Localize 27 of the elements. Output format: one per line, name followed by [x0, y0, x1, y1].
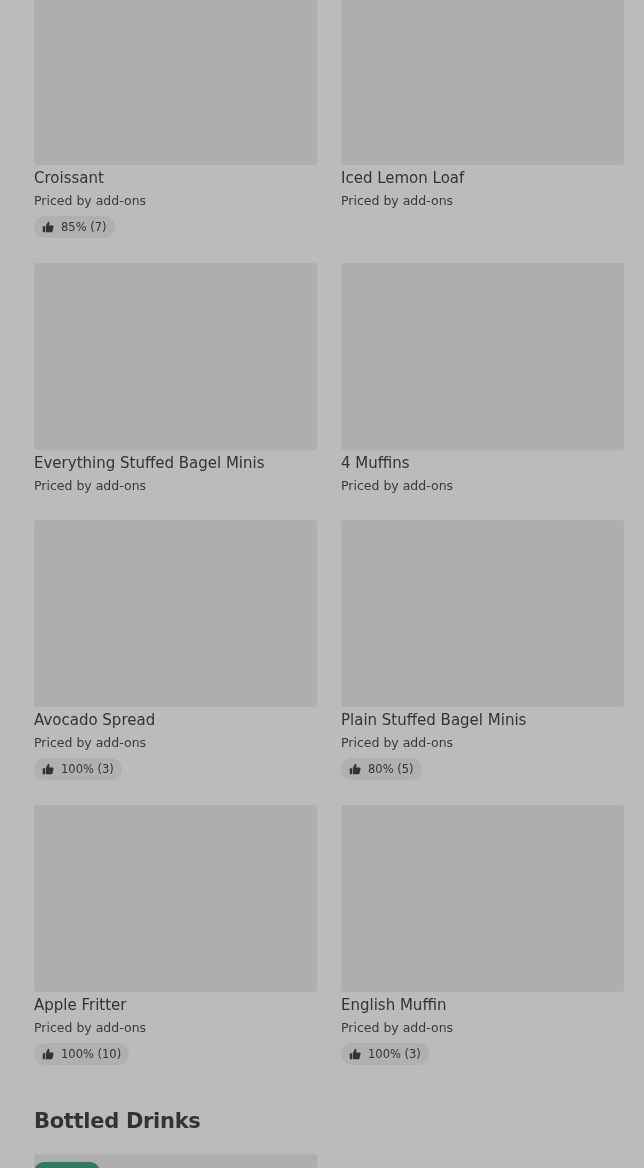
price-note: Priced by add-ons — [341, 1019, 455, 1037]
item-title[interactable]: Croissant — [34, 168, 317, 188]
item-title[interactable]: Avocado Spread — [34, 710, 317, 730]
thumbs-up-icon — [42, 1048, 54, 1060]
price-note: Priced by add-ons — [341, 734, 455, 752]
price-note: Priced by add-ons — [34, 192, 148, 210]
price-note: Priced by add-ons — [341, 477, 455, 495]
price-note: Priced by add-ons — [34, 477, 148, 495]
thumbs-up-icon — [349, 763, 361, 775]
rating-text: 100% (3) — [61, 762, 114, 776]
thumbs-up-icon — [349, 1048, 361, 1060]
rating-text: 85% (7) — [61, 220, 107, 234]
item-title[interactable]: 4 Muffins — [341, 453, 624, 473]
thumbs-up-icon — [42, 221, 54, 233]
item-title[interactable]: Plain Stuffed Bagel Minis — [341, 710, 624, 730]
item-title[interactable]: Iced Lemon Loaf — [341, 168, 624, 188]
rating-text: 100% (10) — [61, 1047, 122, 1061]
rating-text: 80% (5) — [368, 762, 414, 776]
section-heading: Bottled Drinks — [34, 1108, 202, 1135]
item-title[interactable]: English Muffin — [341, 995, 624, 1015]
rating-text: 100% (3) — [368, 1047, 421, 1061]
thumbs-up-icon — [42, 763, 54, 775]
price-note: Priced by add-ons — [341, 192, 455, 210]
item-title[interactable]: Everything Stuffed Bagel Minis — [34, 453, 317, 473]
item-title[interactable]: Apple Fritter — [34, 995, 317, 1015]
price-note: Priced by add-ons — [34, 1019, 148, 1037]
price-note: Priced by add-ons — [34, 734, 148, 752]
